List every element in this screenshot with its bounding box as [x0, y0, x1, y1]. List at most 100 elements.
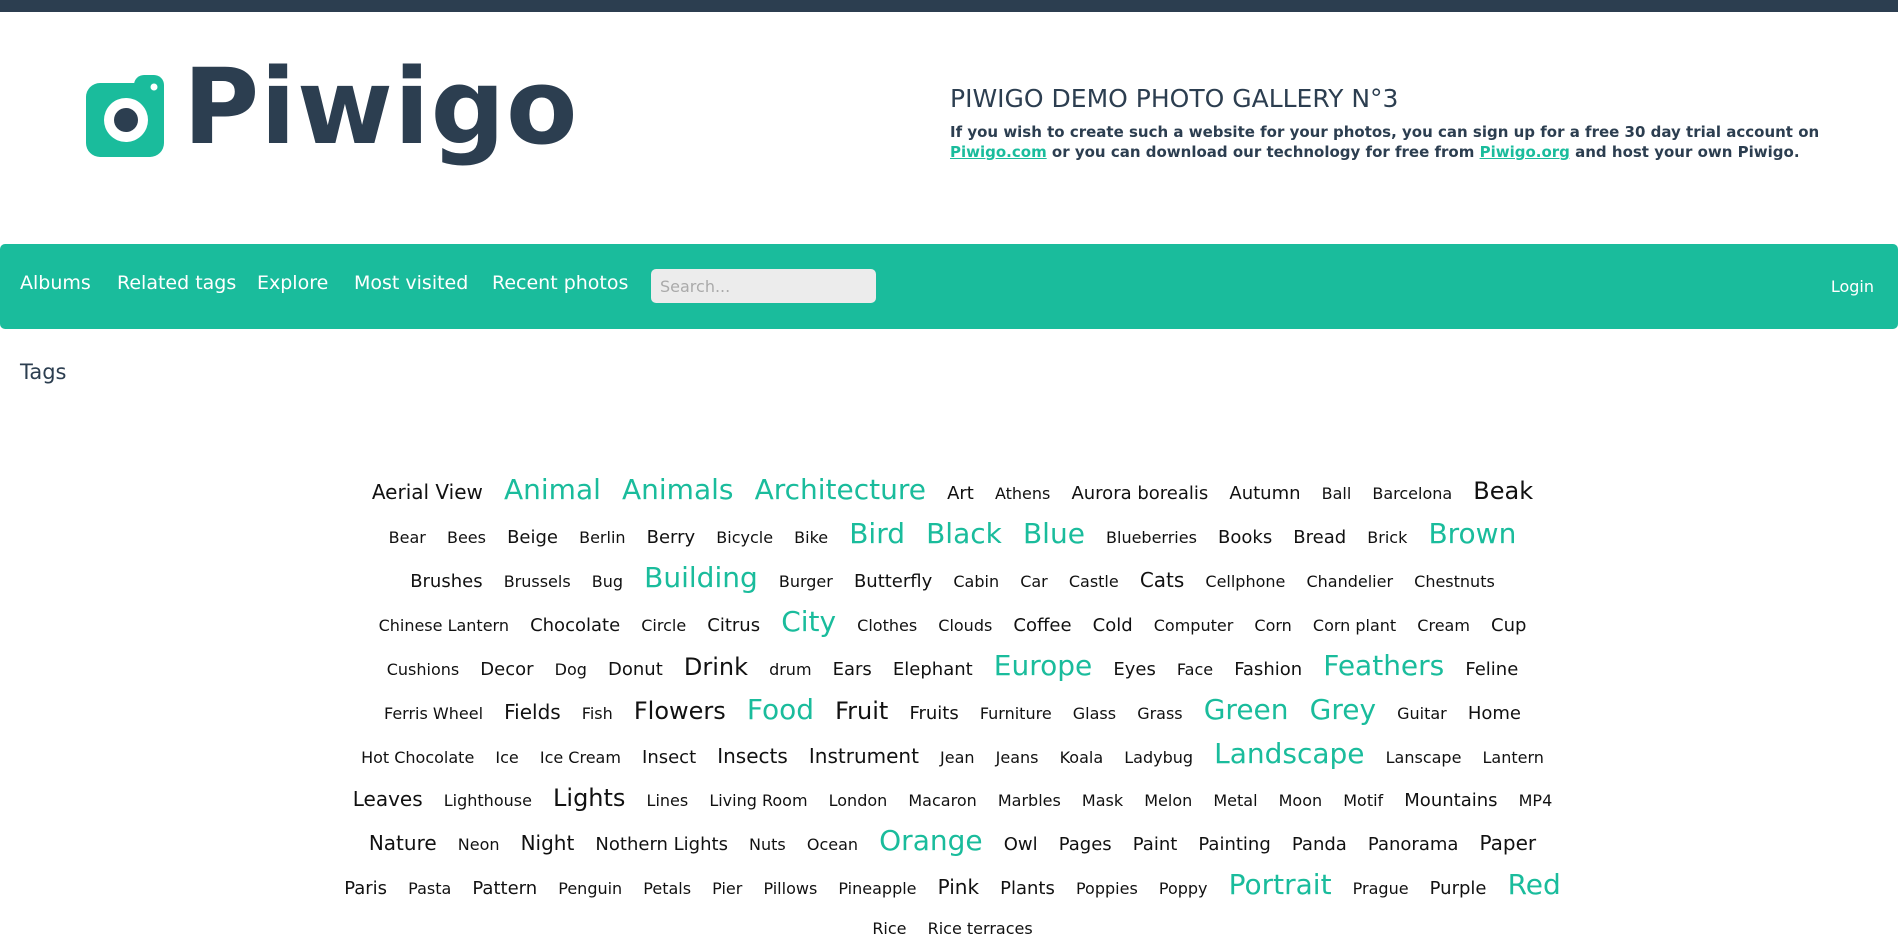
tag-link[interactable]: Animal [504, 470, 601, 510]
tag-link[interactable]: Black [926, 514, 1002, 554]
tag-link[interactable]: Brown [1428, 514, 1516, 554]
tag-link[interactable]: Cream [1417, 606, 1470, 646]
tag-link[interactable]: Portrait [1229, 865, 1332, 905]
tag-link[interactable]: Jean [940, 738, 975, 778]
tag-link[interactable]: Red [1508, 865, 1561, 905]
tag-link[interactable]: Chocolate [530, 606, 620, 646]
tag-link[interactable]: Corn plant [1313, 606, 1396, 646]
tag-link[interactable]: Citrus [707, 606, 760, 646]
tag-link[interactable]: Building [644, 558, 758, 598]
tag-link[interactable]: Metal [1213, 781, 1257, 821]
tag-link[interactable]: Cushions [387, 650, 460, 690]
tag-link[interactable]: Paint [1133, 825, 1178, 865]
tag-link[interactable]: Blueberries [1106, 518, 1197, 558]
tag-link[interactable]: Mask [1082, 781, 1123, 821]
tag-link[interactable]: Chandelier [1306, 562, 1393, 602]
tag-link[interactable]: Green [1204, 690, 1289, 730]
tag-link[interactable]: Bread [1293, 518, 1346, 558]
tag-link[interactable]: Food [747, 690, 814, 730]
tag-link[interactable]: Cabin [953, 562, 999, 602]
tag-link[interactable]: Ice [495, 738, 518, 778]
tag-link[interactable]: Bear [389, 518, 426, 558]
tag-link[interactable]: Living Room [709, 781, 807, 821]
tag-link[interactable]: Grass [1137, 694, 1182, 734]
tag-link[interactable]: Ice Cream [540, 738, 621, 778]
tag-link[interactable]: Lanscape [1386, 738, 1462, 778]
tag-link[interactable]: Corn [1254, 606, 1291, 646]
tag-link[interactable]: Architecture [755, 470, 926, 510]
tag-link[interactable]: Art [947, 474, 974, 514]
tag-link[interactable]: Clouds [938, 606, 992, 646]
tag-link[interactable]: Autumn [1229, 474, 1300, 514]
tag-link[interactable]: Grey [1310, 690, 1376, 730]
tag-link[interactable]: Circle [641, 606, 686, 646]
tag-link[interactable]: Bike [794, 518, 828, 558]
tag-link[interactable]: Fashion [1234, 650, 1302, 690]
tag-link[interactable]: Fish [582, 694, 613, 734]
piwigo-com-link[interactable]: Piwigo.com [950, 143, 1047, 161]
tag-link[interactable]: Nuts [749, 825, 786, 865]
tag-link[interactable]: Pasta [408, 869, 451, 909]
tag-link[interactable]: Computer [1154, 606, 1234, 646]
tag-link[interactable]: Petals [643, 869, 691, 909]
tag-link[interactable]: Cold [1093, 606, 1133, 646]
tag-link[interactable]: Neon [458, 825, 500, 865]
tag-link[interactable]: Insects [717, 736, 788, 776]
tag-link[interactable]: Ears [833, 650, 872, 690]
tag-link[interactable]: Eyes [1113, 650, 1155, 690]
tag-link[interactable]: Brushes [410, 562, 482, 602]
tag-link[interactable]: Instrument [809, 736, 919, 776]
tag-link[interactable]: Aerial View [372, 472, 483, 512]
tag-link[interactable]: Pier [712, 869, 742, 909]
tag-link[interactable]: Pages [1059, 825, 1112, 865]
tag-link[interactable]: Prague [1353, 869, 1409, 909]
tag-link[interactable]: Poppies [1076, 869, 1138, 909]
nav-explore[interactable]: Explore [257, 274, 328, 293]
tag-link[interactable]: Bug [592, 562, 623, 602]
tag-link[interactable]: Europe [994, 646, 1092, 686]
tag-link[interactable]: Castle [1069, 562, 1119, 602]
tag-link[interactable]: Burger [779, 562, 833, 602]
tag-link[interactable]: Elephant [893, 650, 973, 690]
tag-link[interactable]: Face [1177, 650, 1213, 690]
tag-link[interactable]: Cellphone [1205, 562, 1285, 602]
tag-link[interactable]: Bird [849, 514, 905, 554]
tag-link[interactable]: Berlin [579, 518, 625, 558]
tag-link[interactable]: Pineapple [838, 869, 916, 909]
tag-link[interactable]: Ladybug [1124, 738, 1193, 778]
tag-link[interactable]: Drink [684, 647, 748, 687]
piwigo-org-link[interactable]: Piwigo.org [1480, 143, 1570, 161]
tag-link[interactable]: Coffee [1013, 606, 1071, 646]
tag-link[interactable]: Pattern [472, 869, 537, 909]
tag-link[interactable]: Ocean [807, 825, 858, 865]
tag-link[interactable]: London [829, 781, 888, 821]
tag-link[interactable]: Brussels [504, 562, 571, 602]
tag-link[interactable]: Ball [1322, 474, 1352, 514]
tag-link[interactable]: Landscape [1214, 734, 1364, 774]
tag-link[interactable]: Berry [647, 518, 696, 558]
tag-link[interactable]: Lantern [1483, 738, 1544, 778]
tag-link[interactable]: Guitar [1397, 694, 1447, 734]
nav-related-tags[interactable]: Related tags [117, 274, 236, 293]
tag-link[interactable]: Owl [1004, 825, 1038, 865]
tag-link[interactable]: Beige [507, 518, 558, 558]
site-logo[interactable]: Piwigo [86, 55, 578, 186]
tag-link[interactable]: Painting [1198, 825, 1270, 865]
tag-link[interactable]: Plants [1000, 869, 1055, 909]
tag-link[interactable]: Hot Chocolate [361, 738, 474, 778]
tag-link[interactable]: Melon [1144, 781, 1192, 821]
tag-link[interactable]: Animals [622, 470, 733, 510]
tag-link[interactable]: Motif [1343, 781, 1383, 821]
tag-link[interactable]: MP4 [1519, 781, 1553, 821]
tag-link[interactable]: Leaves [353, 779, 423, 819]
nav-albums[interactable]: Albums [20, 274, 91, 293]
tag-link[interactable]: Dog [555, 650, 587, 690]
tag-link[interactable]: Donut [608, 650, 663, 690]
tag-link[interactable]: Paper [1480, 823, 1537, 863]
tag-link[interactable]: Brick [1367, 518, 1407, 558]
tag-link[interactable]: Home [1468, 694, 1521, 734]
tag-link[interactable]: Flowers [634, 691, 726, 731]
tag-link[interactable]: Koala [1060, 738, 1104, 778]
tag-link[interactable]: Insect [642, 738, 696, 778]
tag-link[interactable]: Lighthouse [444, 781, 532, 821]
